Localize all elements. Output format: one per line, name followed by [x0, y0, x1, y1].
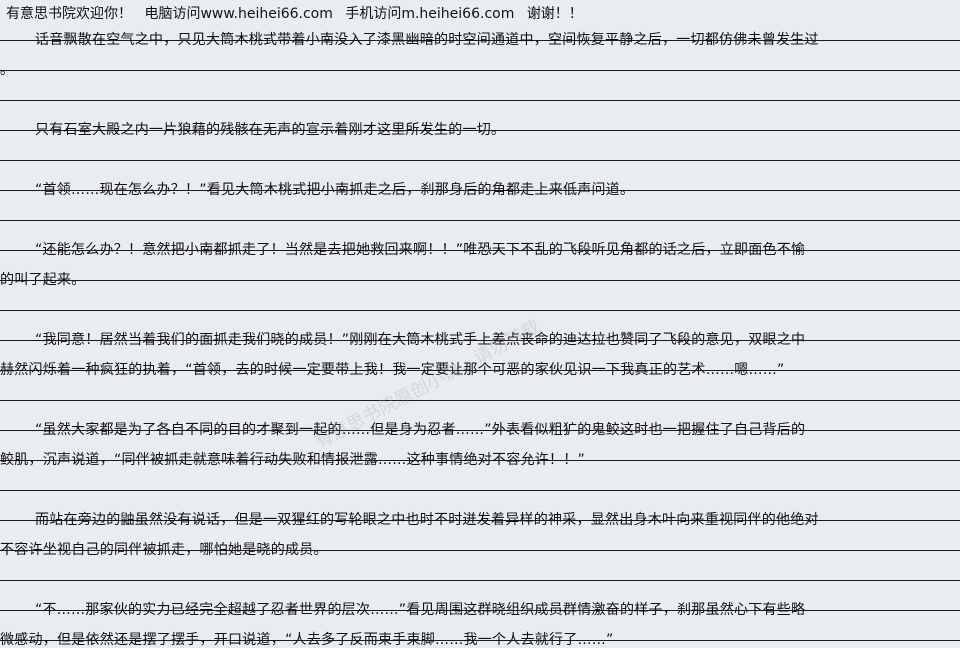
- site-welcome-text: 有意思书院欢迎你！: [6, 6, 132, 22]
- paragraph: 而站在旁边的鼬虽然没有说话，但是一双猩红的写轮眼之中也时不时迸发着异样的神采，显…: [0, 505, 960, 565]
- paragraph: 只有石室大殿之内一片狼藉的残骸在无声的宣示着刚才这里所发生的一切。: [0, 115, 960, 145]
- paragraph-line: 微感动，但是依然还是摆了摆手，开口说道，“人去多了反而束手束脚……我一个人去就行…: [0, 632, 614, 648]
- paragraph-line: 只有石室大殿之内一片狼藉的残骸在无声的宣示着刚才这里所发生的一切。: [35, 122, 506, 138]
- paragraph: 话音飘散在空气之中，只见大筒木桃式带着小南没入了漆黑幽暗的时空间通道中，空间恢复…: [0, 25, 960, 85]
- site-header: 有意思书院欢迎你！ 电脑访问www.heihei66.com 手机访问m.hei…: [6, 3, 954, 25]
- paragraph-line: 鲛肌，沉声说道，“同伴被抓走就意味着行动失败和情报泄露……这种事情绝对不容允许！…: [0, 452, 586, 468]
- paragraph-line: “我同意！居然当着我们的面抓走我们晓的成员！”刚刚在大筒木桃式手上差点丧命的迪达…: [35, 332, 806, 348]
- paragraph: “还能怎么办？！意然把小南都抓走了！当然是去把她救回来啊！！”唯恐天下不乱的飞段…: [0, 235, 960, 295]
- reading-page: 有意思书院欢迎你！ 电脑访问www.heihei66.com 手机访问m.hei…: [0, 0, 960, 648]
- thanks-text: 谢谢！！: [526, 6, 583, 22]
- paragraph: “不……那家伙的实力已经完全超越了忍者世界的层次……”看见周围这群晓组织成员群情…: [0, 595, 960, 648]
- paragraph-line: 话音飘散在空气之中，只见大筒木桃式带着小南没入了漆黑幽暗的时空间通道中，空间恢复…: [35, 32, 819, 48]
- paragraph-line: “不……那家伙的实力已经完全超越了忍者世界的层次……”看见周围这群晓组织成员群情…: [35, 602, 806, 618]
- paragraph: “首领……现在怎么办？！”看见大筒木桃式把小南抓走之后，刹那身后的角都走上来低声…: [0, 175, 960, 205]
- paragraph: “虽然大家都是为了各自不同的目的才聚到一起的……但是身为忍者……”外表看似粗犷的…: [0, 415, 960, 475]
- paragraph-line: 赫然闪烁着一种疯狂的执着，“首领，去的时候一定要带上我！我一定要让那个可恶的家伙…: [0, 362, 785, 378]
- paragraph-line: 而站在旁边的鼬虽然没有说话，但是一双猩红的写轮眼之中也时不时迸发着异样的神采，显…: [35, 512, 819, 528]
- paragraph-line: “虽然大家都是为了各自不同的目的才聚到一起的……但是身为忍者……”外表看似粗犷的…: [35, 422, 806, 438]
- mobile-url-text: 手机访问m.heihei66.com: [345, 6, 515, 22]
- paragraph-line: 。: [0, 62, 15, 78]
- paragraph-line: “还能怎么办？！意然把小南都抓走了！当然是去把她救回来啊！！”唯恐天下不乱的飞段…: [35, 242, 806, 258]
- paragraph-line: 的叫了起来。: [0, 272, 86, 288]
- desktop-url-text: 电脑访问www.heihei66.com: [144, 6, 333, 22]
- novel-content: 话音飘散在空气之中，只见大筒木桃式带着小南没入了漆黑幽暗的时空间通道中，空间恢复…: [0, 25, 960, 648]
- paragraph: “我同意！居然当着我们的面抓走我们晓的成员！”刚刚在大筒木桃式手上差点丧命的迪达…: [0, 325, 960, 385]
- paragraph-line: 不容许坐视自己的同伴被抓走，哪怕她是晓的成员。: [0, 542, 328, 558]
- paragraph-line: “首领……现在怎么办？！”看见大筒木桃式把小南抓走之后，刹那身后的角都走上来低声…: [35, 182, 635, 198]
